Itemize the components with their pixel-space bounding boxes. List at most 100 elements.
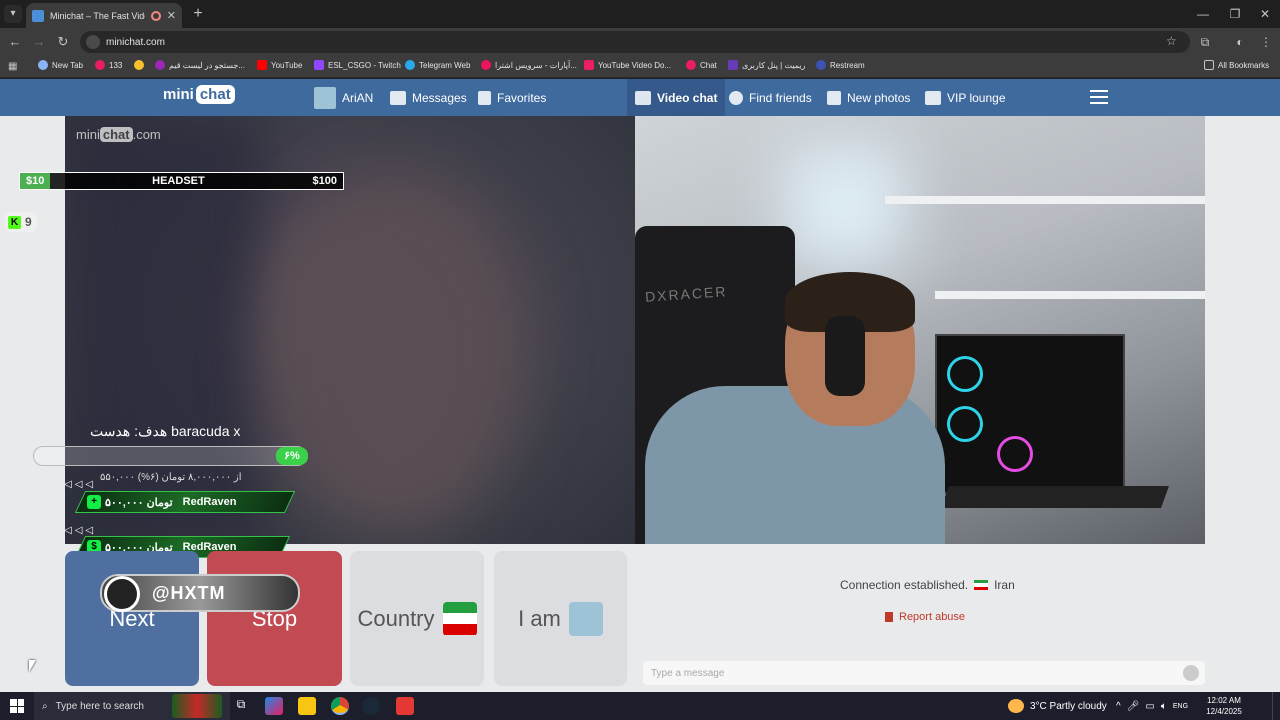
network-icon[interactable]: ▭ xyxy=(1145,701,1154,712)
nav-new-photos[interactable]: New photos xyxy=(827,79,910,116)
address-bar[interactable]: minichat.com xyxy=(80,31,1190,53)
folder-icon xyxy=(1204,60,1214,70)
nav-new-photos-label: New photos xyxy=(847,90,911,105)
nav-favorites[interactable]: Favorites xyxy=(478,79,546,116)
i-am-button[interactable]: I am xyxy=(494,551,627,686)
browser-toolbar: ← → ↻ minichat.com ☆ ⧉ ◐ ⋮ xyxy=(0,28,1280,56)
restream-icon xyxy=(816,60,826,70)
all-bookmarks-label: All Bookmarks xyxy=(1218,60,1270,70)
minichat-watermark: mini chat .com xyxy=(76,127,161,142)
bookmark-label: ESL_CSGO - Twitch xyxy=(328,60,401,70)
stop-button[interactable]: Stop xyxy=(207,551,342,686)
tray-overflow-icon[interactable]: ^ xyxy=(1116,701,1121,712)
menu-kebab-icon[interactable]: ⋮ xyxy=(1258,34,1274,50)
nav-vip-lounge-label: VIP lounge xyxy=(947,90,1006,105)
extensions-icon[interactable]: ⧉ xyxy=(1197,34,1213,50)
bookmark-unnamed[interactable] xyxy=(134,60,144,70)
bookmark-youtube-downloader[interactable]: YouTube Video Do... xyxy=(584,60,671,70)
bookmark-telegram[interactable]: Telegram Web xyxy=(405,60,470,70)
bookmark-price-search[interactable]: جستجو در لیست قیم... xyxy=(155,60,245,70)
weather-widget[interactable]: 3°C Partly cloudy xyxy=(1008,692,1107,720)
clock-time: 12:02 AM xyxy=(1207,696,1241,705)
restore-button[interactable]: ❐ xyxy=(1218,0,1252,28)
bookmark-aparat[interactable]: آپارات - سرویس اشترا... xyxy=(481,60,577,70)
nav-messages[interactable]: Messages xyxy=(390,79,467,116)
donation-progress-percent: ۶% xyxy=(276,447,308,465)
recorder-app-icon[interactable] xyxy=(396,697,414,715)
copilot-icon[interactable] xyxy=(265,697,283,715)
tab-strip: ▾ Minichat – The Fast Video C ✕ + — ❐ ✕ xyxy=(0,0,1280,28)
bookmark-restream[interactable]: Restream xyxy=(816,60,865,70)
kick-viewer-badge: K 9 xyxy=(5,212,37,232)
site-info-icon[interactable] xyxy=(86,35,100,49)
back-button[interactable]: ← xyxy=(7,34,23,50)
bookmark-youtube[interactable]: YouTube xyxy=(257,60,302,70)
browser-tab[interactable]: Minichat – The Fast Video C ✕ xyxy=(26,3,182,28)
minichat-logo[interactable]: mini chat xyxy=(163,85,235,104)
person-icon xyxy=(568,601,603,636)
microphone-icon[interactable]: 🎤︎ xyxy=(1127,701,1140,712)
bookmark-icon xyxy=(584,60,594,70)
nav-find-friends-label: Find friends xyxy=(749,90,812,105)
bookmark-label: YouTube xyxy=(271,60,303,70)
bookmark-label: New Tab xyxy=(52,60,83,70)
twitch-icon xyxy=(314,60,324,70)
bookmark-new-tab[interactable]: New Tab xyxy=(38,60,83,70)
task-view-icon[interactable]: ⧉ xyxy=(232,697,250,715)
bookmark-label: آپارات - سرویس اشترا... xyxy=(495,60,577,70)
close-tab-icon[interactable]: ✕ xyxy=(167,9,176,22)
partner-video-feed: DXRACER xyxy=(635,116,1205,544)
reload-button[interactable]: ↻ xyxy=(55,34,71,50)
windows-start-icon[interactable] xyxy=(10,699,24,713)
search-highlight-image xyxy=(172,694,222,718)
nav-video-chat[interactable]: Video chat xyxy=(627,79,726,116)
user-avatar xyxy=(314,86,336,109)
next-button[interactable]: Next xyxy=(65,551,199,686)
bookmark-remit[interactable]: ریمیت | پنل کاربری xyxy=(728,60,805,70)
forward-button[interactable]: → xyxy=(31,34,47,50)
bookmark-chat[interactable]: Chat xyxy=(686,60,717,70)
tab-search-button[interactable]: ▾ xyxy=(4,5,22,23)
bookmark-twitch[interactable]: ESL_CSGO - Twitch xyxy=(314,60,401,70)
nav-find-friends[interactable]: Find friends xyxy=(729,79,812,116)
video-chat-icon xyxy=(635,90,651,105)
profile-icon[interactable]: ◐ xyxy=(1232,34,1248,50)
taskbar-search[interactable]: ⌕ Type here to search xyxy=(34,692,230,720)
emoji-icon[interactable] xyxy=(1183,665,1199,681)
report-abuse-link[interactable]: Report abuse xyxy=(885,611,965,623)
weather-text: 3°C Partly cloudy xyxy=(1030,700,1107,712)
apps-grid-icon[interactable]: ▦ xyxy=(8,61,20,73)
partner-country: Iran xyxy=(994,578,1015,592)
clock-date: 12/4/2025 xyxy=(1206,707,1242,716)
bookmark-icon xyxy=(38,60,48,70)
bookmark-label: YouTube Video Do... xyxy=(598,60,672,70)
country-button[interactable]: Country xyxy=(350,551,484,686)
chrome-icon[interactable] xyxy=(331,697,349,715)
bookmark-star-icon[interactable]: ☆ xyxy=(1166,34,1177,48)
kick-icon: K xyxy=(8,215,21,229)
file-explorer-icon[interactable] xyxy=(298,697,316,715)
steam-icon[interactable] xyxy=(362,697,380,715)
nav-profile[interactable]: AriAN xyxy=(314,79,373,116)
language-indicator[interactable]: ENG xyxy=(1173,703,1188,710)
donation-progress-bar xyxy=(33,446,307,466)
bookmark-133[interactable]: 133 xyxy=(95,60,122,70)
nav-vip-lounge[interactable]: VIP lounge xyxy=(925,79,1006,116)
bookmark-flag-icon xyxy=(478,90,491,105)
headset-goal-bar: $10 HEADSET $100 xyxy=(19,172,344,190)
taskbar-clock[interactable]: 12:02 AM 12/4/2025 xyxy=(1200,695,1248,717)
message-input[interactable]: Type a message xyxy=(643,661,1205,685)
bookmark-icon xyxy=(155,60,165,70)
show-desktop-button[interactable] xyxy=(1272,692,1280,720)
all-bookmarks[interactable]: All Bookmarks xyxy=(1204,60,1269,70)
new-tab-button[interactable]: + xyxy=(188,4,208,24)
minimize-button[interactable]: — xyxy=(1186,0,1220,28)
hamburger-menu-icon[interactable] xyxy=(1090,90,1108,106)
alert-user: RedRaven xyxy=(182,496,237,508)
close-window-button[interactable]: ✕ xyxy=(1248,0,1280,28)
report-abuse-label: Report abuse xyxy=(899,611,966,623)
bookmark-label: 133 xyxy=(109,60,123,70)
channel-logo-text: @HXTM xyxy=(152,582,226,603)
volume-icon[interactable]: 🔈︎ xyxy=(1161,701,1167,712)
nav-favorites-label: Favorites xyxy=(497,90,547,105)
